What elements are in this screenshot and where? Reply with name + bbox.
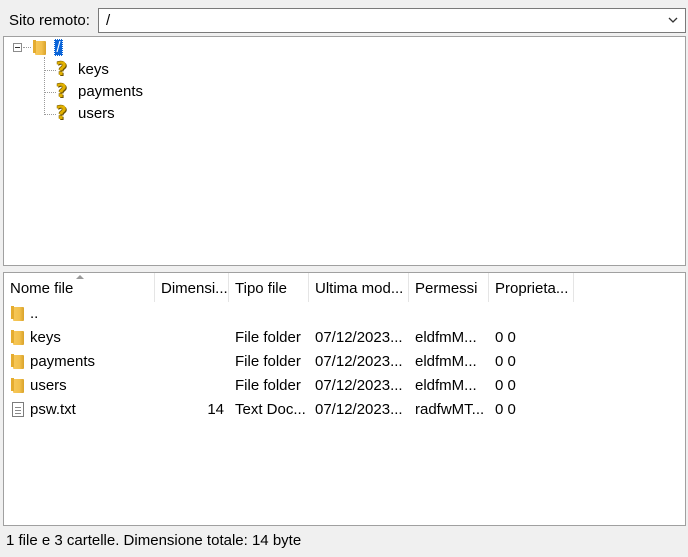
file-name: payments [30,353,96,370]
tree-connector [23,47,31,48]
file-type: File folder [235,377,301,394]
remote-path-combobox[interactable]: / [98,8,686,33]
file-owner: 0 0 [495,329,516,346]
tree-item-label: payments [78,83,144,100]
file-type: File folder [235,353,301,370]
tree-connector [44,57,45,115]
file-name: psw.txt [30,401,76,418]
file-name: .. [30,305,39,322]
file-permissions: eldfmM... [415,353,477,370]
tree-connector [44,70,56,71]
file-size: 14 [207,401,224,418]
column-header-owner[interactable]: Proprieta... [489,273,574,302]
file-type: Text Doc... [235,401,306,418]
file-modified: 07/12/2023... [315,353,403,370]
folder-icon [11,306,24,321]
folder-icon [11,378,24,393]
list-item-parent[interactable]: .. [4,302,685,326]
question-mark-icon: ? [56,80,68,102]
tree-connector [44,92,56,93]
file-name: users [30,377,67,394]
remote-site-label: Sito remoto: [9,12,90,29]
list-item[interactable]: psw.txt 14 Text Doc... 07/12/2023... rad… [4,398,685,422]
list-item[interactable]: users File folder 07/12/2023... eldfmM..… [4,374,685,398]
list-item[interactable]: keys File folder 07/12/2023... eldfmM...… [4,326,685,350]
remote-site-bar: Sito remoto: / [3,8,686,35]
file-permissions: eldfmM... [415,329,477,346]
status-bar: 1 file e 3 cartelle. Dimensione totale: … [3,527,686,555]
folder-icon [33,40,46,55]
folder-icon [11,330,24,345]
column-header-label: Nome file [10,280,74,297]
tree-connector [44,114,56,115]
column-header-size[interactable]: Dimensi... [155,273,229,302]
tree-item-label: keys [78,61,109,78]
file-modified: 07/12/2023... [315,377,403,394]
folder-icon [11,354,24,369]
question-mark-icon: ? [56,102,68,124]
question-mark-icon: ? [56,58,68,80]
file-name: keys [30,329,61,346]
text-file-icon [12,402,24,417]
file-modified: 07/12/2023... [315,401,403,418]
tree-item-label: users [78,105,115,122]
chevron-down-icon[interactable] [667,14,679,26]
remote-file-list[interactable]: Nome file Dimensi... Tipo file Ultima mo… [3,272,686,526]
collapse-icon[interactable] [13,43,22,52]
sort-ascending-icon [76,275,84,279]
column-header-permissions[interactable]: Permessi [409,273,489,302]
file-owner: 0 0 [495,377,516,394]
column-header-filename[interactable]: Nome file [4,273,155,302]
list-item[interactable]: payments File folder 07/12/2023... eldfm… [4,350,685,374]
file-owner: 0 0 [495,401,516,418]
file-modified: 07/12/2023... [315,329,403,346]
file-permissions: radfwMT... [415,401,485,418]
remote-path-value[interactable]: / [106,12,110,29]
file-permissions: eldfmM... [415,377,477,394]
tree-root-node[interactable]: / [54,39,63,56]
column-header-type[interactable]: Tipo file [229,273,309,302]
remote-directory-tree[interactable]: / ? keys ? payments ? users [3,36,686,266]
column-header-modified[interactable]: Ultima mod... [309,273,409,302]
status-text: 1 file e 3 cartelle. Dimensione totale: … [6,532,302,549]
file-owner: 0 0 [495,353,516,370]
file-type: File folder [235,329,301,346]
